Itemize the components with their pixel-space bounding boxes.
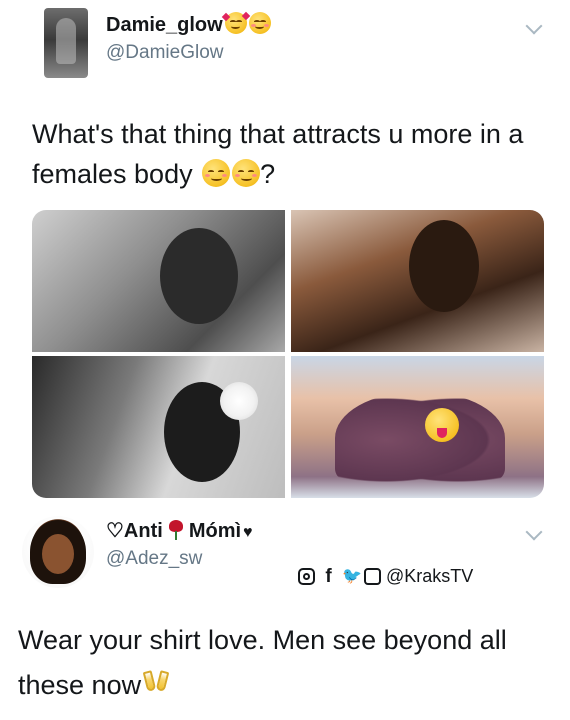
media-photo-4[interactable] bbox=[291, 356, 544, 498]
tweet-body: What's that thing that attracts u more i… bbox=[32, 119, 524, 189]
smiling-face-with-hearts-icon bbox=[221, 11, 250, 34]
clinking-glasses-icon bbox=[142, 670, 170, 697]
relieved-face-icon bbox=[202, 159, 231, 187]
reply-text: Wear your shirt love. Men see beyond all… bbox=[18, 618, 558, 708]
reply-body: Wear your shirt love. Men see beyond all… bbox=[18, 625, 507, 700]
display-name[interactable]: ♡Anti Mómì ♥ bbox=[106, 518, 253, 543]
watermark-text: @KraksTV bbox=[386, 566, 474, 586]
instagram-icon bbox=[298, 568, 315, 585]
chevron-down-icon[interactable] bbox=[525, 523, 543, 541]
rose-icon bbox=[167, 520, 185, 540]
heart-icon: ♥ bbox=[243, 524, 253, 541]
watermark: f 🐦 @KraksTV bbox=[298, 566, 473, 587]
avatar[interactable] bbox=[22, 516, 94, 588]
media-grid[interactable] bbox=[32, 210, 544, 498]
reply-tweet: ♡Anti Mómì ♥ @Adez_sw f 🐦 @KraksTV Wear yo… bbox=[0, 506, 570, 720]
media-photo-2[interactable] bbox=[291, 210, 544, 352]
winking-face-with-tongue-icon bbox=[425, 408, 459, 442]
user-handle[interactable]: @Adez_sw bbox=[106, 548, 202, 570]
display-name-text: Damie_glow bbox=[106, 14, 223, 36]
tweet-text: What's that thing that attracts u more i… bbox=[32, 114, 542, 194]
smiling-face-icon bbox=[248, 12, 271, 34]
youtube-icon bbox=[364, 568, 381, 585]
media-photo-1[interactable] bbox=[32, 210, 285, 352]
media-photo-3[interactable] bbox=[32, 356, 285, 498]
avatar[interactable] bbox=[44, 8, 88, 78]
display-name-suffix: Mómì bbox=[188, 520, 242, 542]
chevron-down-icon[interactable] bbox=[525, 17, 543, 35]
facebook-icon: f bbox=[325, 566, 332, 587]
relieved-face-icon bbox=[232, 159, 261, 187]
twitter-icon: 🐦 bbox=[342, 568, 362, 585]
flower-icon bbox=[220, 382, 258, 420]
tweet-text-suffix: ? bbox=[260, 159, 276, 189]
display-name-prefix: ♡Anti bbox=[106, 520, 163, 542]
display-name[interactable]: Damie_glow bbox=[106, 11, 271, 37]
original-tweet: Damie_glow @DamieGlow What's that thing … bbox=[0, 0, 570, 506]
user-handle[interactable]: @DamieGlow bbox=[106, 42, 223, 64]
